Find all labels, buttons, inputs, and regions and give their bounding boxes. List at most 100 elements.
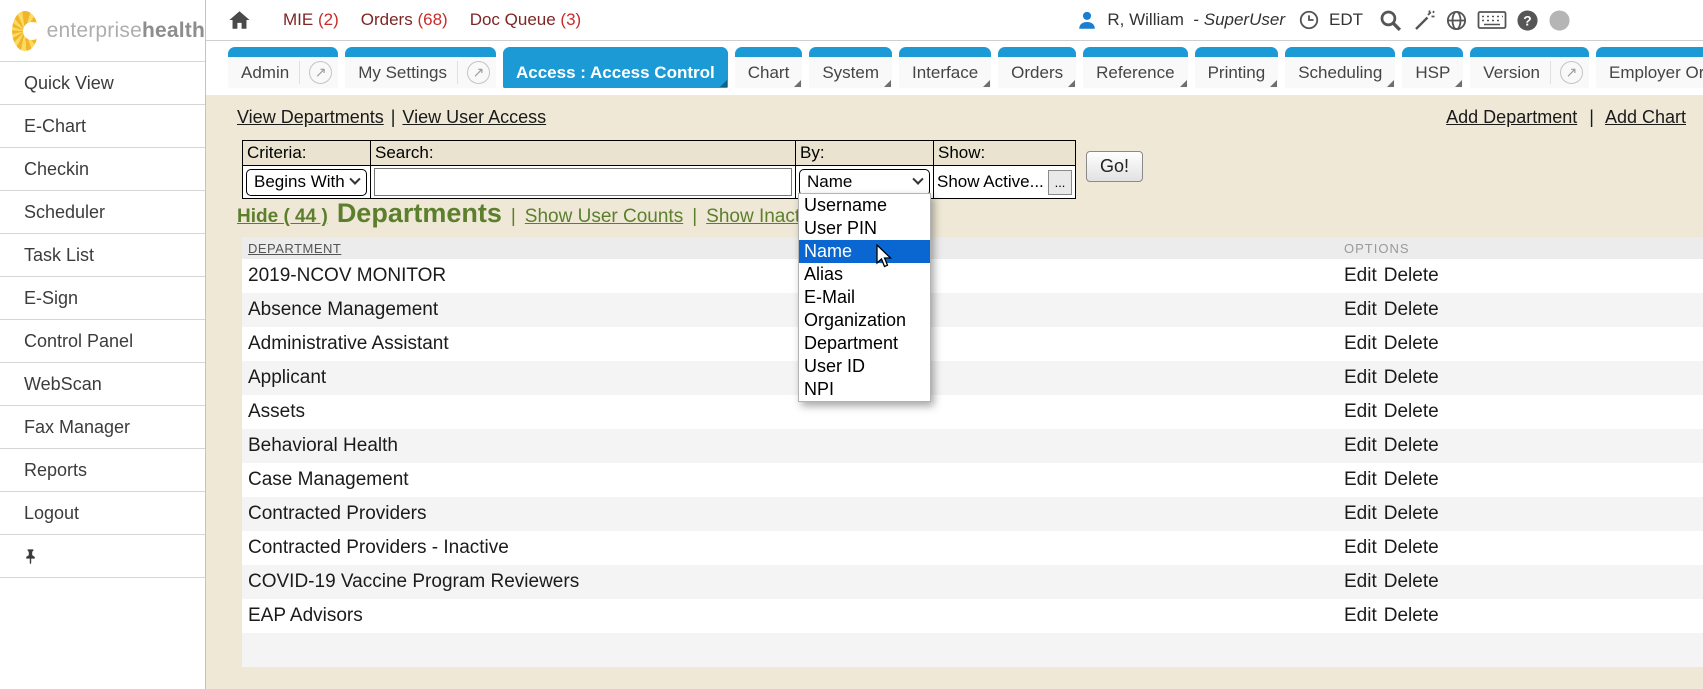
clock-icon[interactable] [1298, 9, 1320, 31]
sidebar-item-webscan[interactable]: WebScan [0, 363, 205, 406]
delete-link[interactable]: Delete [1384, 503, 1439, 525]
table-row[interactable]: Behavioral HealthEditDelete [242, 429, 1703, 463]
tab-printing[interactable]: Printing [1195, 47, 1279, 88]
tab-version[interactable]: Version↗ [1470, 47, 1589, 88]
tab-system[interactable]: System [809, 47, 892, 88]
go-button[interactable]: Go! [1086, 151, 1143, 182]
tab-hsp[interactable]: HSP [1402, 47, 1463, 88]
show-filter-more-button[interactable]: ... [1048, 170, 1072, 195]
tab-scheduling[interactable]: Scheduling [1285, 47, 1395, 88]
by-option-name[interactable]: Name [799, 240, 930, 263]
edit-link[interactable]: Edit [1344, 435, 1377, 457]
table-row[interactable]: ApplicantEditDelete [242, 361, 1703, 395]
delete-link[interactable]: Delete [1384, 265, 1439, 287]
delete-link[interactable]: Delete [1384, 469, 1439, 491]
quick-actions-button[interactable] [1412, 8, 1436, 32]
edit-link[interactable]: Edit [1344, 401, 1377, 423]
by-select[interactable]: Name [799, 169, 930, 196]
edit-link[interactable]: Edit [1344, 605, 1377, 627]
tab-admin[interactable]: Admin↗ [228, 47, 338, 88]
delete-link[interactable]: Delete [1384, 401, 1439, 423]
help-button[interactable]: ? [1516, 9, 1539, 32]
criteria-header: Criteria: [243, 141, 371, 166]
user-icon [1076, 9, 1098, 31]
by-option-email[interactable]: E-Mail [799, 286, 930, 309]
delete-link[interactable]: Delete [1384, 367, 1439, 389]
language-button[interactable] [1445, 9, 1468, 32]
tab-reference[interactable]: Reference [1083, 47, 1187, 88]
tab-my-settings[interactable]: My Settings↗ [345, 47, 496, 88]
add-department-link[interactable]: Add Department [1446, 107, 1577, 127]
show-filter-value[interactable]: Show Active... [937, 172, 1044, 192]
open-new-window-icon[interactable]: ↗ [299, 61, 332, 84]
tab-orders[interactable]: Orders [998, 47, 1076, 88]
by-option-alias[interactable]: Alias [799, 263, 930, 286]
delete-link[interactable]: Delete [1384, 299, 1439, 321]
nav-doc-queue[interactable]: Doc Queue (3) [470, 10, 582, 30]
sidebar-pin-toggle[interactable] [0, 535, 205, 578]
by-option-organization[interactable]: Organization [799, 309, 930, 332]
department-column-header[interactable]: DEPARTMENT [248, 241, 341, 256]
hide-count-link[interactable]: Hide ( 44 ) [237, 206, 328, 228]
add-chart-link[interactable]: Add Chart [1605, 107, 1686, 127]
table-row[interactable]: Administrative AssistantEditDelete [242, 327, 1703, 361]
delete-link[interactable]: Delete [1384, 537, 1439, 559]
by-option-username[interactable]: Username [799, 194, 930, 217]
departments-table-header: DEPARTMENT OPTIONS [242, 237, 1703, 259]
tab-access-control[interactable]: Access : Access Control [503, 47, 728, 88]
open-new-window-icon[interactable]: ↗ [1550, 61, 1583, 84]
view-departments-link[interactable]: View Departments [237, 107, 384, 128]
sidebar-item-quick-view[interactable]: Quick View [0, 62, 205, 105]
edit-link[interactable]: Edit [1344, 333, 1377, 355]
sidebar-item-e-chart[interactable]: E-Chart [0, 105, 205, 148]
table-row[interactable]: 2019-NCOV MONITOREditDelete [242, 259, 1703, 293]
edit-link[interactable]: Edit [1344, 537, 1377, 559]
table-row-partial [242, 633, 1703, 667]
sidebar-item-scheduler[interactable]: Scheduler [0, 191, 205, 234]
by-option-npi[interactable]: NPI [799, 378, 930, 401]
sidebar-item-fax-manager[interactable]: Fax Manager [0, 406, 205, 449]
sidebar-item-logout[interactable]: Logout [0, 492, 205, 535]
sidebar-item-control-panel[interactable]: Control Panel [0, 320, 205, 363]
tab-employer-organizations[interactable]: Employer Orga [1596, 47, 1703, 88]
nav-orders[interactable]: Orders (68) [361, 10, 448, 30]
status-circle[interactable] [1548, 9, 1571, 32]
sidebar-item-checkin[interactable]: Checkin [0, 148, 205, 191]
delete-link[interactable]: Delete [1384, 571, 1439, 593]
keyboard-button[interactable] [1477, 9, 1507, 31]
user-name[interactable]: R, William - SuperUser [1107, 10, 1285, 30]
show-user-counts-link[interactable]: Show User Counts [525, 206, 683, 228]
edit-link[interactable]: Edit [1344, 299, 1377, 321]
tab-chart[interactable]: Chart [735, 47, 803, 88]
nav-mie[interactable]: MIE (2) [283, 10, 339, 30]
table-row[interactable]: Contracted Providers - InactiveEditDelet… [242, 531, 1703, 565]
open-new-window-icon[interactable]: ↗ [457, 61, 490, 84]
table-row[interactable]: Case ManagementEditDelete [242, 463, 1703, 497]
search-button[interactable] [1378, 8, 1403, 33]
sidebar-item-e-sign[interactable]: E-Sign [0, 277, 205, 320]
table-row[interactable]: COVID-19 Vaccine Program ReviewersEditDe… [242, 565, 1703, 599]
edit-link[interactable]: Edit [1344, 503, 1377, 525]
delete-link[interactable]: Delete [1384, 605, 1439, 627]
edit-link[interactable]: Edit [1344, 469, 1377, 491]
criteria-select[interactable]: Begins With [246, 169, 367, 196]
table-row[interactable]: AssetsEditDelete [242, 395, 1703, 429]
by-option-department[interactable]: Department [799, 332, 930, 355]
search-input[interactable] [374, 168, 792, 196]
view-user-access-link[interactable]: View User Access [402, 107, 546, 128]
home-button[interactable] [228, 9, 251, 31]
sidebar-item-task-list[interactable]: Task List [0, 234, 205, 277]
by-option-user-id[interactable]: User ID [799, 355, 930, 378]
sidebar-item-reports[interactable]: Reports [0, 449, 205, 492]
delete-link[interactable]: Delete [1384, 333, 1439, 355]
tab-interface[interactable]: Interface [899, 47, 991, 88]
delete-link[interactable]: Delete [1384, 435, 1439, 457]
edit-link[interactable]: Edit [1344, 367, 1377, 389]
edit-link[interactable]: Edit [1344, 265, 1377, 287]
edit-link[interactable]: Edit [1344, 571, 1377, 593]
by-option-user-pin[interactable]: User PIN [799, 217, 930, 240]
table-row[interactable]: Contracted ProvidersEditDelete [242, 497, 1703, 531]
table-row[interactable]: Absence ManagementEditDelete [242, 293, 1703, 327]
table-row[interactable]: EAP AdvisorsEditDelete [242, 599, 1703, 633]
home-icon [228, 9, 251, 31]
